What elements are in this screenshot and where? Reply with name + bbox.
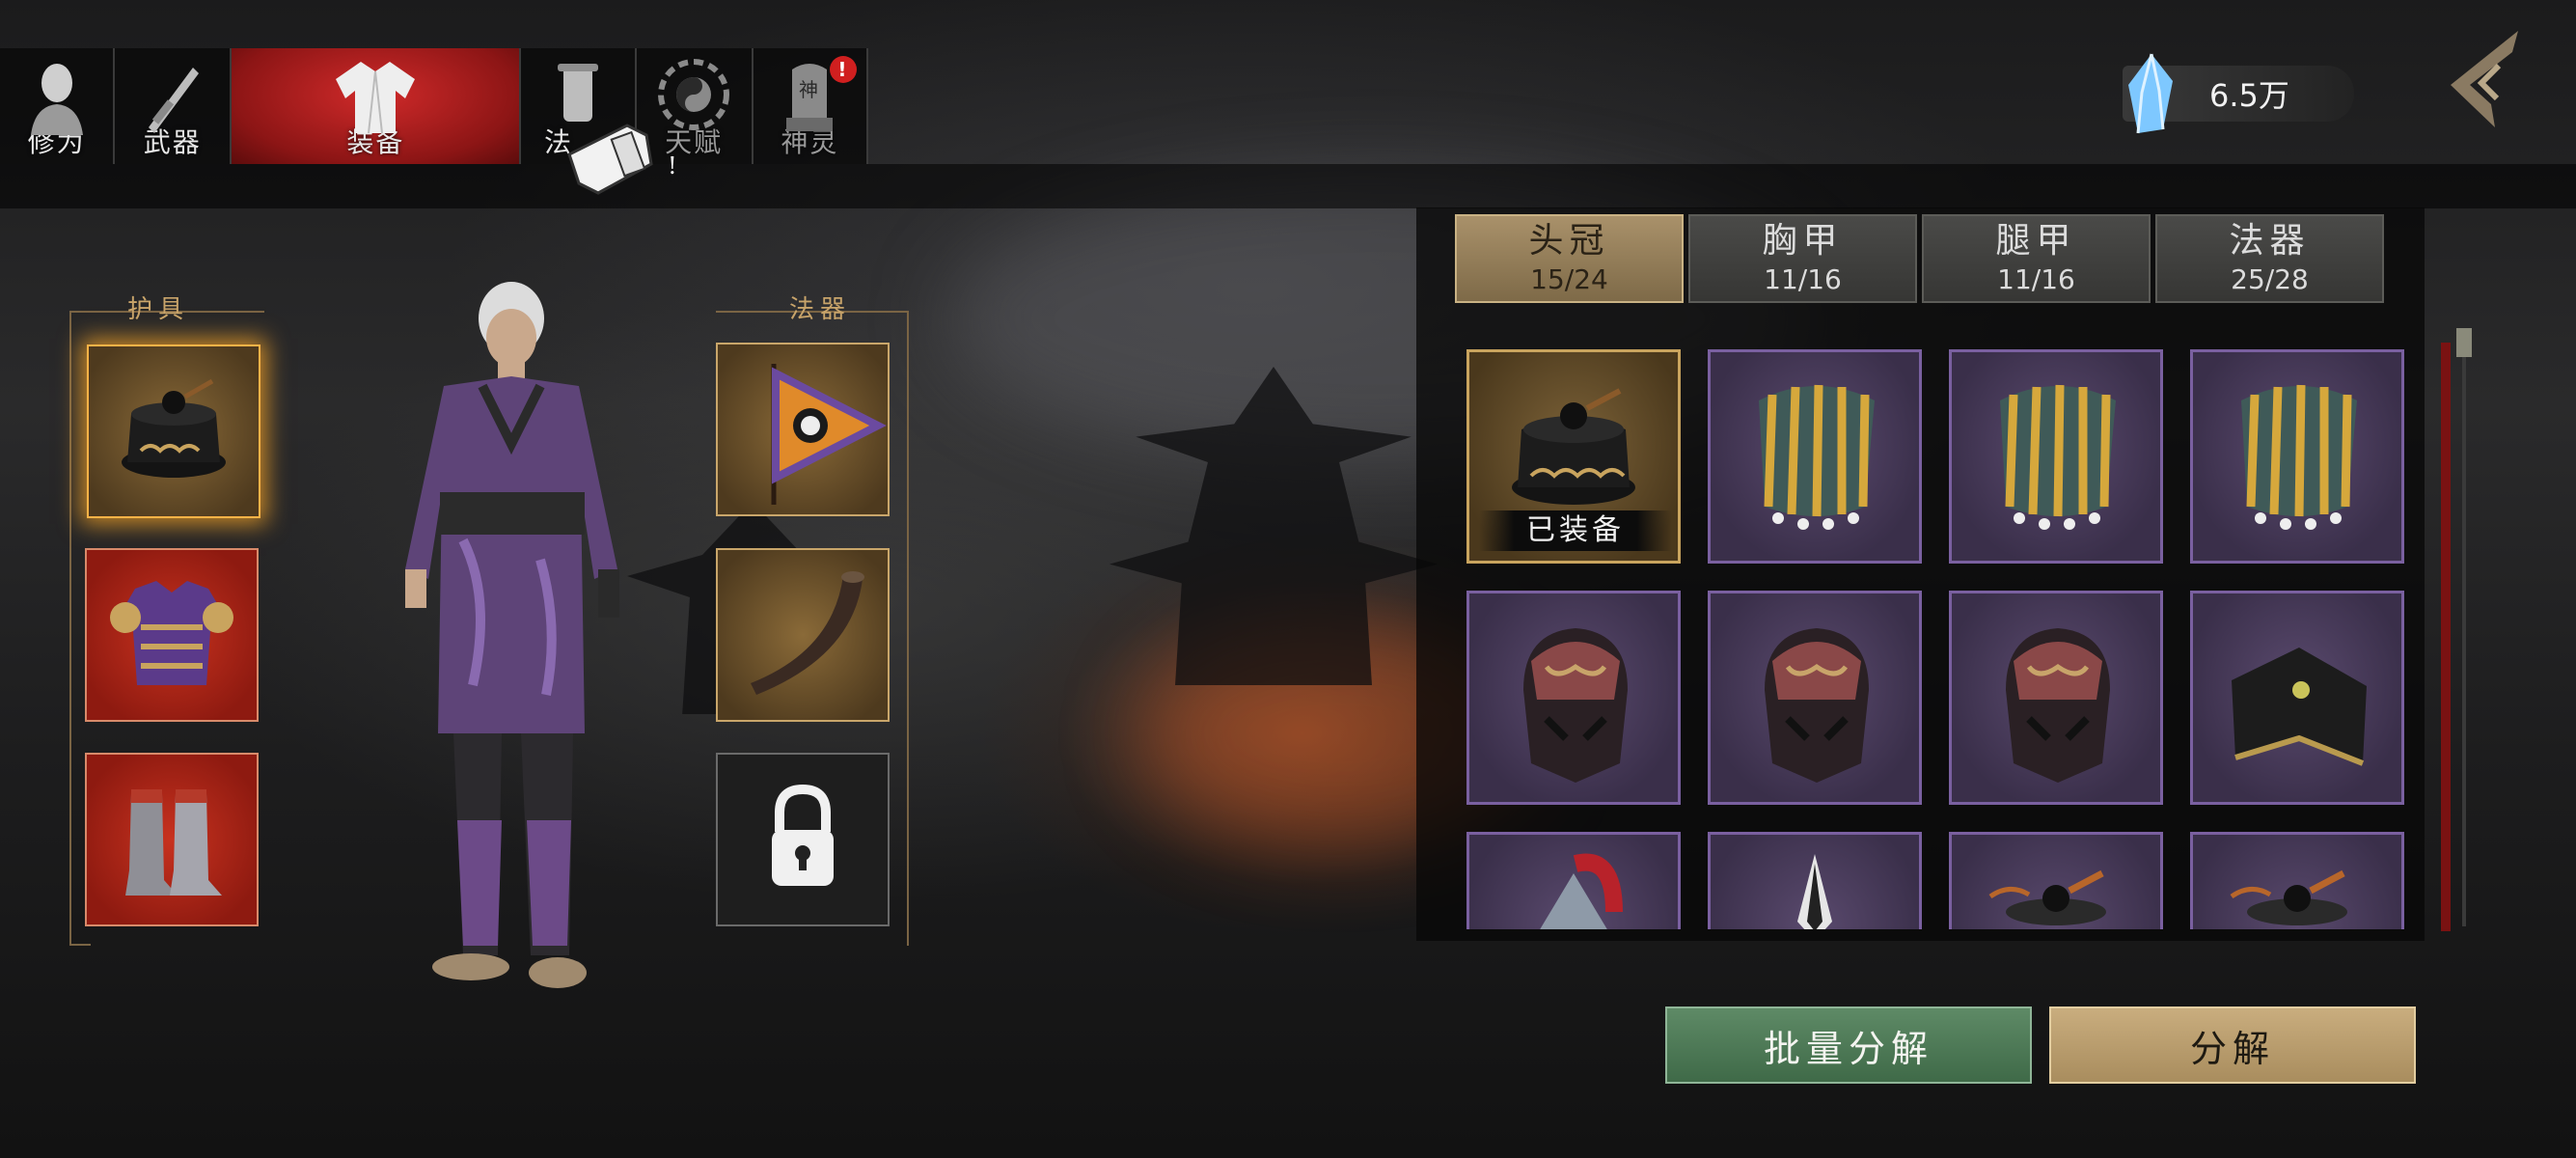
inventory-item[interactable]	[1949, 832, 2163, 929]
tab-underline-strip	[0, 164, 2576, 208]
armor-slot-boots[interactable]	[85, 753, 259, 926]
demon-helmet-icon	[1523, 628, 1628, 783]
artifact-slot-flag[interactable]	[716, 343, 890, 516]
currency-value: 6.5万	[2209, 77, 2289, 114]
inventory-item[interactable]	[2190, 832, 2404, 929]
character-figure	[405, 282, 619, 988]
category-name: 头冠	[1528, 221, 1610, 261]
inventory-item[interactable]	[1466, 832, 1681, 929]
scrollbar-thumb[interactable]	[2456, 328, 2472, 357]
crown-hat-icon	[2230, 869, 2347, 925]
inventory-item[interactable]	[2190, 591, 2404, 805]
gold-shoulder-guard-icon	[2000, 384, 2116, 530]
artifact-slot-locked[interactable]	[716, 753, 890, 926]
inventory-item[interactable]	[1949, 349, 2163, 564]
currency-display[interactable]: 6.5万	[2123, 53, 2354, 134]
meditating-figure-icon	[30, 64, 83, 135]
robe-icon	[336, 62, 416, 134]
scrollbar-track[interactable]	[2462, 328, 2466, 926]
inventory-item[interactable]	[1708, 591, 1922, 805]
back-arrow-icon[interactable]	[2441, 27, 2528, 133]
inventory-item[interactable]	[2190, 349, 2404, 564]
category-name: 腿甲	[1995, 221, 2077, 261]
armor-slot-chest[interactable]	[85, 548, 259, 722]
horn-icon	[751, 571, 864, 695]
category-tab-chest[interactable]: 胸甲 11/16	[1688, 214, 1917, 303]
chest-armor-icon	[110, 581, 233, 685]
category-tab-helmet[interactable]: 头冠 15/24	[1455, 214, 1684, 303]
tab-cultivation[interactable]: 修为	[0, 48, 116, 164]
scrollbar-progress	[2441, 343, 2451, 931]
sword-icon	[148, 68, 199, 133]
crystal-icon	[2128, 53, 2173, 134]
category-count: 11/16	[1997, 263, 2075, 295]
inventory-grid: 已装备	[1465, 347, 2410, 929]
gold-shoulder-guard-icon	[1759, 384, 1875, 530]
category-tab-legs[interactable]: 腿甲 11/16	[1922, 214, 2151, 303]
plumed-helmet-icon	[1540, 853, 1623, 929]
category-tab-artifact[interactable]: 法器 25/28	[2155, 214, 2384, 303]
demon-helmet-icon	[2006, 628, 2110, 783]
black-scholar-hat-icon	[2232, 648, 2367, 766]
boots-icon	[125, 789, 222, 896]
artifact-section-label: 法器	[789, 295, 852, 324]
inventory-item[interactable]	[1708, 349, 1922, 564]
lock-icon	[772, 784, 834, 886]
category-count: 11/16	[1764, 263, 1842, 295]
tutorial-mark: !	[668, 152, 677, 179]
category-name: 胸甲	[1762, 221, 1844, 261]
decompose-button[interactable]: 分解	[2049, 1006, 2416, 1084]
category-count: 25/28	[2231, 263, 2309, 295]
inventory-item[interactable]	[1949, 591, 2163, 805]
batch-decompose-label: 批量分解	[1763, 1027, 1933, 1070]
decompose-label: 分解	[2189, 1027, 2275, 1070]
gold-shoulder-guard-icon	[2241, 384, 2357, 530]
crown-hat-icon	[122, 378, 226, 478]
armor-section-label: 护具	[127, 295, 190, 324]
armor-slot-helmet[interactable]	[87, 345, 260, 518]
armor-frame-bottom	[69, 926, 91, 946]
inventory-item[interactable]: 已装备	[1466, 349, 1681, 564]
top-tab-bar: 修为 武器 装备 法 天赋 神 ! 神灵	[0, 48, 868, 164]
batch-decompose-button[interactable]: 批量分解	[1665, 1006, 2032, 1084]
bagua-flag-icon	[771, 364, 887, 505]
artifact-slot-horn[interactable]	[716, 548, 890, 722]
notification-badge: !	[829, 56, 857, 83]
spike-helmet-icon	[1797, 854, 1832, 929]
category-count: 15/24	[1530, 263, 1608, 295]
tab-deity[interactable]: 神 ! 神灵	[754, 48, 868, 164]
shrine-glyph: 神	[799, 78, 820, 101]
tab-weapon[interactable]: 武器	[115, 48, 233, 164]
tutorial-pointer-icon	[567, 124, 653, 195]
demon-helmet-icon	[1765, 628, 1869, 783]
category-name: 法器	[2229, 221, 2311, 261]
tab-equipment[interactable]: 装备	[232, 48, 522, 164]
equipped-tag: 已装备	[1479, 510, 1672, 551]
inventory-item[interactable]	[1466, 591, 1681, 805]
inventory-item[interactable]	[1708, 832, 1922, 929]
crown-hat-icon	[1988, 869, 2106, 925]
